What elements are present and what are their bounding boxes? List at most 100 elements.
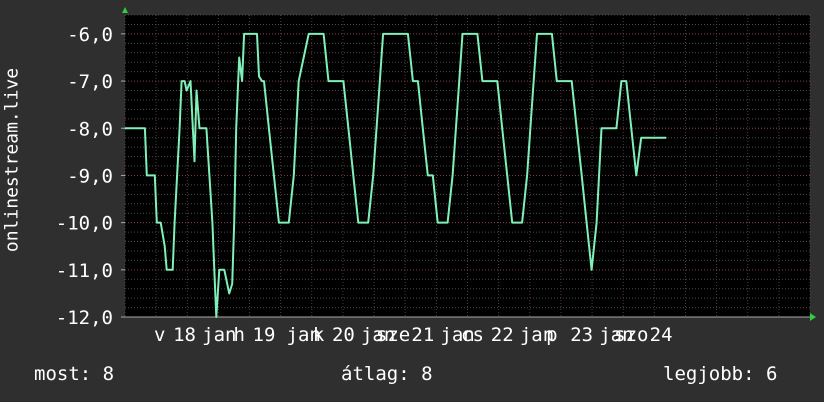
data-point [238,56,240,59]
data-point [620,80,622,82]
data-point [581,174,583,177]
x-axis: v 18 janh 19 jank 20 jansze 21 jancs 22 janp 23 jans… [125,316,810,346]
data-point [156,222,158,224]
x-tick-label: h [233,324,244,346]
data-point [605,127,608,129]
data-point [166,269,168,271]
data-point [481,80,483,82]
data-point [327,80,330,82]
data-point [496,80,498,82]
x-axis-arrow-icon [810,313,816,321]
data-point [447,222,449,224]
x-tick-label: 24 [650,324,673,346]
data-point [427,174,429,177]
data-point [362,222,364,224]
data-point [511,222,513,224]
stat-best: legjobb: 6 [663,363,778,385]
data-point [576,127,578,129]
y-tick-label: -6,0 [67,24,113,46]
data-point [452,174,454,177]
data-point [377,104,379,106]
data-point [342,80,345,82]
data-point [561,80,563,82]
data-point [218,269,220,271]
x-tick-label: 19 [253,324,276,346]
y-axis-arrow-icon [122,7,128,13]
data-point [251,33,253,35]
x-tick-label: 22 [491,324,514,346]
data-point [144,127,146,129]
data-point [412,80,414,82]
data-point [645,137,647,139]
data-point [189,80,192,82]
data-point [461,33,464,35]
data-point [387,33,389,35]
data-point [233,222,235,224]
data-point [546,33,548,35]
data-point [146,174,148,177]
data-point [303,56,305,59]
data-point [195,89,198,92]
data-point [442,222,444,224]
y-tick-label: -7,0 [67,71,113,93]
data-point [285,222,287,224]
data-point [382,33,384,35]
data-point [179,127,181,129]
data-point [640,137,642,139]
data-point [253,33,255,35]
data-point [516,222,518,224]
data-point [471,33,474,35]
data-point [432,174,434,177]
x-tick-label: v [154,324,165,346]
data-point [422,127,424,129]
data-point [213,269,215,271]
data-point [273,174,275,177]
x-tick-label: k [313,324,325,346]
data-point [491,80,493,82]
data-point [278,222,280,224]
data-point [203,127,206,129]
data-point [243,33,245,35]
data-point [185,89,188,92]
data-point [298,80,300,82]
x-tick-label: cs [461,324,484,346]
data-point [256,33,258,35]
data-point [501,127,503,129]
data-point [317,33,320,35]
data-point [198,127,201,129]
data-point [476,33,479,35]
data-point [180,80,183,82]
data-point [124,127,126,129]
data-point [228,292,230,295]
data-point [308,33,310,35]
data-point [595,222,598,224]
data-point [283,222,285,224]
data-point [437,222,439,224]
data-point [600,127,603,129]
x-tick-label: szo [614,324,648,346]
data-point [211,222,213,224]
data-point [486,80,488,82]
data-point [566,80,568,82]
y-tick-label: -9,0 [67,165,113,187]
data-point [466,33,469,35]
data-point [134,127,136,129]
data-point [215,316,217,318]
data-point [154,174,156,177]
data-point [241,80,243,82]
data-point [223,269,225,271]
data-point [205,127,208,129]
data-point [586,222,588,224]
data-point [263,80,265,82]
data-point [650,137,652,139]
line-chart: -12,0 -11,0 -10,0 -9,0 -8,0 -7,0 -6,0 v 18 janh 1… [56,7,816,346]
data-point [313,33,315,35]
data-point [160,222,162,224]
data-point [402,33,404,35]
stat-current: most: 8 [34,363,115,385]
data-point [556,80,558,82]
data-point [332,80,335,82]
data-point [571,80,573,82]
data-point [248,33,250,35]
y-tick-label: -8,0 [67,118,113,140]
